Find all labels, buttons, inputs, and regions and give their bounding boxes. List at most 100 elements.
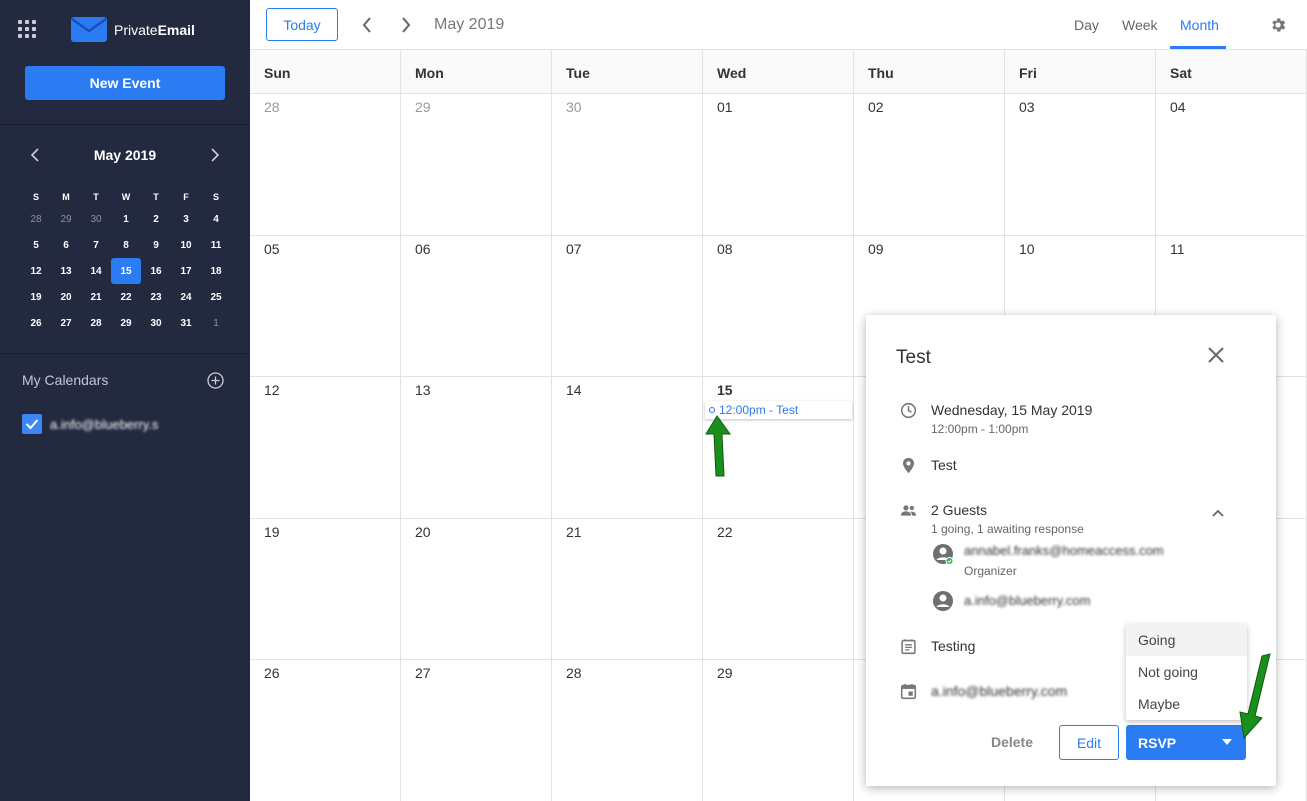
mini-day[interactable]: 12 <box>21 258 51 284</box>
mini-day[interactable]: 27 <box>51 310 81 336</box>
day-cell[interactable]: 26 <box>250 660 401 801</box>
mini-day[interactable]: 2 <box>141 206 171 232</box>
mini-day[interactable]: 30 <box>81 206 111 232</box>
mini-day[interactable]: 26 <box>21 310 51 336</box>
day-cell[interactable]: 02 <box>854 94 1005 235</box>
mini-day[interactable]: 8 <box>111 232 141 258</box>
mini-day[interactable]: 29 <box>51 206 81 232</box>
mini-weekday: M <box>62 192 70 202</box>
day-cell[interactable]: 12 <box>250 377 401 518</box>
day-number: 15 <box>717 382 733 398</box>
day-cell[interactable]: 29 <box>703 660 854 801</box>
close-icon[interactable] <box>1206 345 1226 365</box>
checkmark-icon <box>25 419 39 430</box>
mini-day[interactable]: 4 <box>201 206 231 232</box>
mini-day[interactable]: 28 <box>81 310 111 336</box>
day-cell[interactable]: 30 <box>552 94 703 235</box>
mini-day[interactable]: 21 <box>81 284 111 310</box>
mini-day[interactable]: 3 <box>171 206 201 232</box>
day-cell[interactable]: 29 <box>401 94 552 235</box>
tab-week[interactable]: Week <box>1122 17 1158 33</box>
calendar-name: a.info@blueberry.s <box>50 416 159 432</box>
mini-day[interactable]: 25 <box>201 284 231 310</box>
day-cell[interactable]: 06 <box>401 235 552 376</box>
day-cell[interactable]: 28 <box>552 660 703 801</box>
mini-day[interactable]: 19 <box>21 284 51 310</box>
mini-day[interactable]: 30 <box>141 310 171 336</box>
mini-day[interactable]: 6 <box>51 232 81 258</box>
next-month-button[interactable] <box>396 14 416 36</box>
guests-summary: 1 going, 1 awaiting response <box>931 522 1084 536</box>
day-cell[interactable]: 27 <box>401 660 552 801</box>
rsvp-button[interactable]: RSVP <box>1126 725 1246 760</box>
guest-email: a.info@blueberry.com <box>964 593 1091 608</box>
new-event-button[interactable]: New Event <box>25 66 225 100</box>
day-cell[interactable]: 01 <box>703 94 854 235</box>
gear-icon[interactable] <box>1269 16 1287 34</box>
apps-grid-icon[interactable] <box>18 20 36 38</box>
day-cell[interactable]: 07 <box>552 235 703 376</box>
mini-day[interactable]: 14 <box>81 258 111 284</box>
day-cell[interactable]: 20 <box>401 518 552 659</box>
mini-day[interactable]: 13 <box>51 258 81 284</box>
mini-day-selected-label: 15 <box>111 258 141 284</box>
clock-icon <box>900 402 917 419</box>
mini-day[interactable]: 18 <box>201 258 231 284</box>
rsvp-option-maybe[interactable]: Maybe <box>1126 688 1247 720</box>
day-cell[interactable]: 05 <box>250 235 401 376</box>
mini-weekday: T <box>93 192 99 202</box>
mini-day[interactable]: 11 <box>201 232 231 258</box>
mini-day[interactable]: 1 <box>111 206 141 232</box>
chevron-right-icon <box>211 148 220 162</box>
calendar-icon <box>900 683 917 700</box>
day-cell[interactable]: 19 <box>250 518 401 659</box>
day-cell[interactable]: 28 <box>250 94 401 235</box>
day-cell[interactable]: 21 <box>552 518 703 659</box>
divider <box>0 124 250 125</box>
calendar-item[interactable]: a.info@blueberry.s <box>22 414 158 434</box>
mini-day[interactable]: 22 <box>111 284 141 310</box>
rsvp-option-going[interactable]: Going <box>1126 624 1247 656</box>
mini-day[interactable]: 1 <box>201 310 231 336</box>
mini-day[interactable]: 20 <box>51 284 81 310</box>
calendar-checkbox[interactable] <box>22 414 42 434</box>
mini-day[interactable]: 28 <box>21 206 51 232</box>
mini-day-selected[interactable]: 15 <box>111 258 141 284</box>
day-cell[interactable]: 03 <box>1005 94 1156 235</box>
tab-month[interactable]: Month <box>1180 17 1219 33</box>
mini-day[interactable]: 7 <box>81 232 111 258</box>
mini-day[interactable]: 31 <box>171 310 201 336</box>
chevron-up-icon[interactable] <box>1210 505 1226 521</box>
day-cell[interactable]: 08 <box>703 235 854 376</box>
edit-button[interactable]: Edit <box>1059 725 1119 760</box>
tab-day[interactable]: Day <box>1074 17 1099 33</box>
mini-day[interactable]: 23 <box>141 284 171 310</box>
mini-weekday: S <box>212 192 219 202</box>
mini-day[interactable]: 5 <box>21 232 51 258</box>
add-calendar-icon[interactable] <box>207 372 224 389</box>
day-cell[interactable]: 13 <box>401 377 552 518</box>
prev-month-button[interactable] <box>357 14 377 36</box>
day-cell[interactable]: 14 <box>552 377 703 518</box>
annotation-arrow-up-icon <box>705 415 731 477</box>
event-dot-icon <box>709 407 715 413</box>
weekday-header: Mon <box>401 50 552 94</box>
logo[interactable]: PrivateEmail <box>70 16 195 43</box>
mini-prev-month-button[interactable] <box>25 145 45 165</box>
mini-day[interactable]: 24 <box>171 284 201 310</box>
divider <box>0 353 250 354</box>
rsvp-option-not-going[interactable]: Not going <box>1126 656 1247 688</box>
delete-button[interactable]: Delete <box>982 727 1042 757</box>
day-cell[interactable]: 04 <box>1156 94 1307 235</box>
mini-day[interactable]: 17 <box>171 258 201 284</box>
today-button[interactable]: Today <box>266 8 338 41</box>
mini-day[interactable]: 29 <box>111 310 141 336</box>
mini-day[interactable]: 16 <box>141 258 171 284</box>
mini-day[interactable]: 10 <box>171 232 201 258</box>
day-cell[interactable]: 22 <box>703 518 854 659</box>
mini-next-month-button[interactable] <box>205 145 225 165</box>
location-pin-icon <box>902 457 915 474</box>
mini-day[interactable]: 9 <box>141 232 171 258</box>
mini-weekday: T <box>153 192 159 202</box>
avatar-icon <box>933 544 954 565</box>
